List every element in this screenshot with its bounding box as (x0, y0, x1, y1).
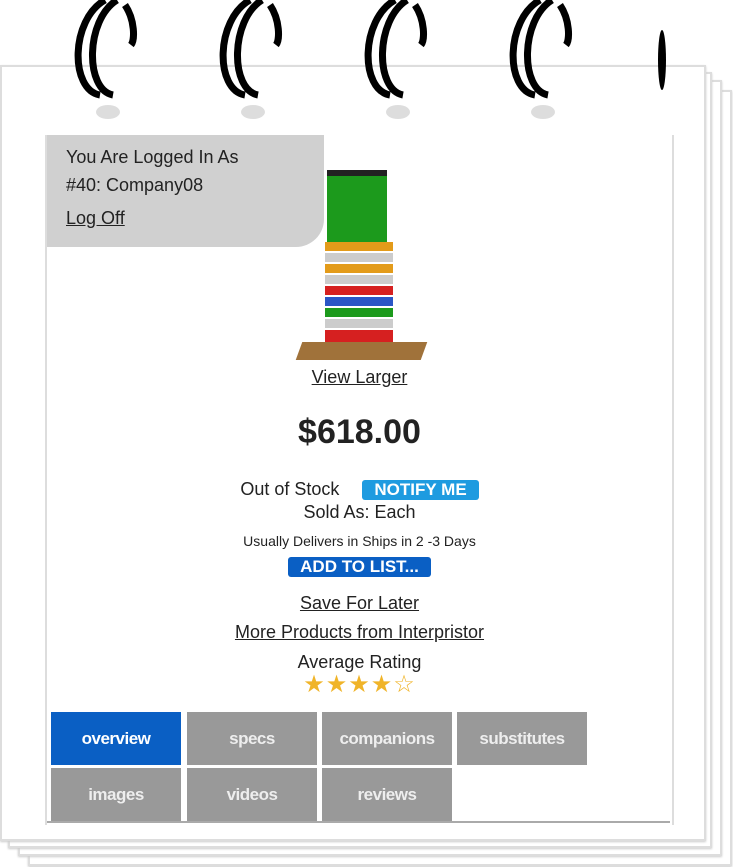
tab-substitutes[interactable]: substitutes (457, 712, 587, 765)
star-filled-icon: ★ (348, 671, 371, 698)
sold-as: Sold As: Each (303, 502, 416, 522)
spiral-ring-icon (74, 0, 137, 119)
spiral-ring-icon (219, 0, 282, 119)
notify-me-button[interactable]: NOTIFY ME (362, 480, 479, 500)
price: $618.00 (298, 413, 421, 451)
tab-images[interactable]: images (51, 768, 181, 821)
product-panel: You Are Logged In As #40: Company08 Log … (45, 135, 674, 825)
tab-videos[interactable]: videos (187, 768, 317, 821)
more-products-link[interactable]: More Products from Interpristor (235, 622, 484, 642)
save-for-later-link[interactable]: Save For Later (300, 593, 419, 613)
delivery-info: Usually Delivers in Ships in 2 -3 Days (243, 533, 476, 549)
star-empty-icon: ☆ (393, 671, 416, 698)
log-off-link[interactable]: Log Off (66, 208, 125, 228)
view-larger-link[interactable]: View Larger (312, 367, 408, 387)
product-bin-stack-image[interactable] (295, 170, 428, 365)
tab-companions[interactable]: companions (322, 712, 452, 765)
tab-content-border (47, 821, 670, 823)
star-filled-icon: ★ (325, 671, 349, 698)
stock-status: Out of Stock (240, 479, 340, 499)
login-box: You Are Logged In As #40: Company08 Log … (47, 135, 324, 247)
tab-reviews[interactable]: reviews (322, 768, 452, 821)
star-filled-icon: ★ (370, 671, 394, 698)
logged-in-label: You Are Logged In As (66, 147, 239, 167)
spiral-binding (74, 0, 666, 119)
star-rating: ★★★★☆ (47, 670, 672, 699)
star-filled-icon: ★ (303, 671, 326, 698)
account-name: #40: Company08 (66, 175, 204, 195)
tab-overview[interactable]: overview (51, 712, 181, 765)
spiral-ring-icon (658, 30, 666, 90)
spiral-ring-icon (509, 0, 572, 119)
add-to-list-button[interactable]: ADD TO LIST... (288, 557, 431, 577)
tab-specs[interactable]: specs (187, 712, 317, 765)
spiral-ring-icon (364, 0, 427, 119)
